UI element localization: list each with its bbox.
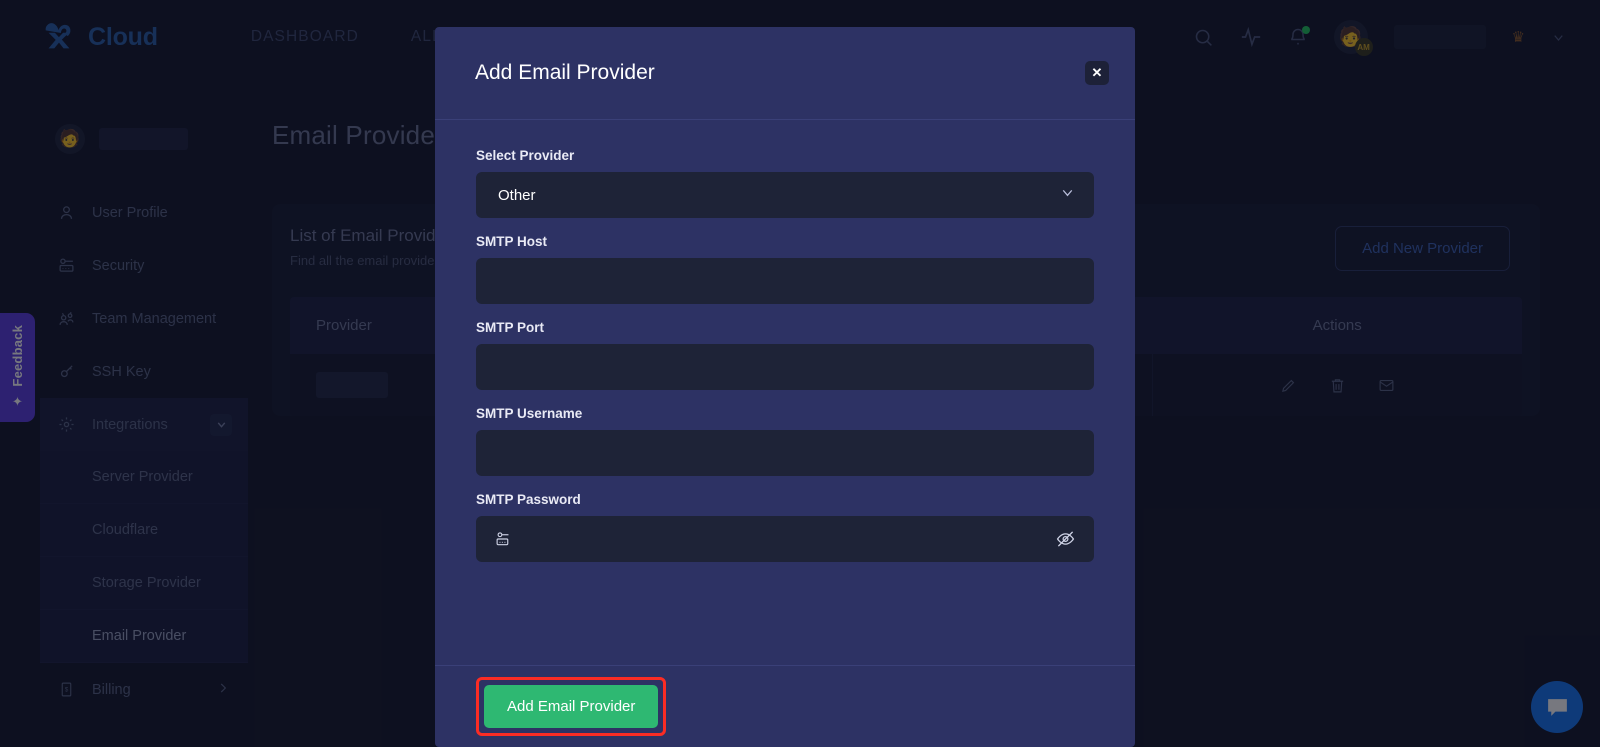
add-email-provider-modal: Add Email Provider ✕ Select Provider SMT… xyxy=(435,27,1135,747)
close-icon[interactable]: ✕ xyxy=(1085,61,1109,85)
label-smtp-port: SMTP Port xyxy=(476,320,545,335)
smtp-port-input[interactable] xyxy=(476,344,1094,390)
password-key-icon xyxy=(495,531,512,548)
smtp-host-input[interactable] xyxy=(476,258,1094,304)
label-smtp-username: SMTP Username xyxy=(476,406,583,421)
smtp-password-wrapper xyxy=(476,516,1094,562)
submit-highlight-annotation: Add Email Provider xyxy=(476,677,667,736)
field-smtp-port: SMTP Port xyxy=(476,320,1094,390)
field-smtp-username: SMTP Username xyxy=(476,406,1094,476)
modal-title: Add Email Provider xyxy=(475,61,655,84)
app-root: Cloud DASHBOARD ALL S xyxy=(0,0,1600,747)
field-select-provider: Select Provider xyxy=(476,148,1094,218)
field-smtp-password: SMTP Password xyxy=(476,492,1094,562)
modal-header: Add Email Provider ✕ xyxy=(435,27,1135,120)
field-smtp-host: SMTP Host xyxy=(476,234,1094,304)
eye-off-icon[interactable] xyxy=(1056,530,1075,549)
smtp-username-input[interactable] xyxy=(476,430,1094,476)
smtp-password-input[interactable] xyxy=(476,516,1094,562)
label-select-provider: Select Provider xyxy=(476,148,575,163)
select-provider-wrapper xyxy=(476,172,1094,218)
modal-body: Select Provider SMTP Host SMTP Port xyxy=(435,120,1135,665)
select-provider-input[interactable] xyxy=(476,172,1094,218)
label-smtp-host: SMTP Host xyxy=(476,234,548,249)
modal-footer: Add Email Provider xyxy=(435,665,1135,747)
label-smtp-password: SMTP Password xyxy=(476,492,581,507)
add-email-provider-submit-button[interactable]: Add Email Provider xyxy=(484,685,659,728)
